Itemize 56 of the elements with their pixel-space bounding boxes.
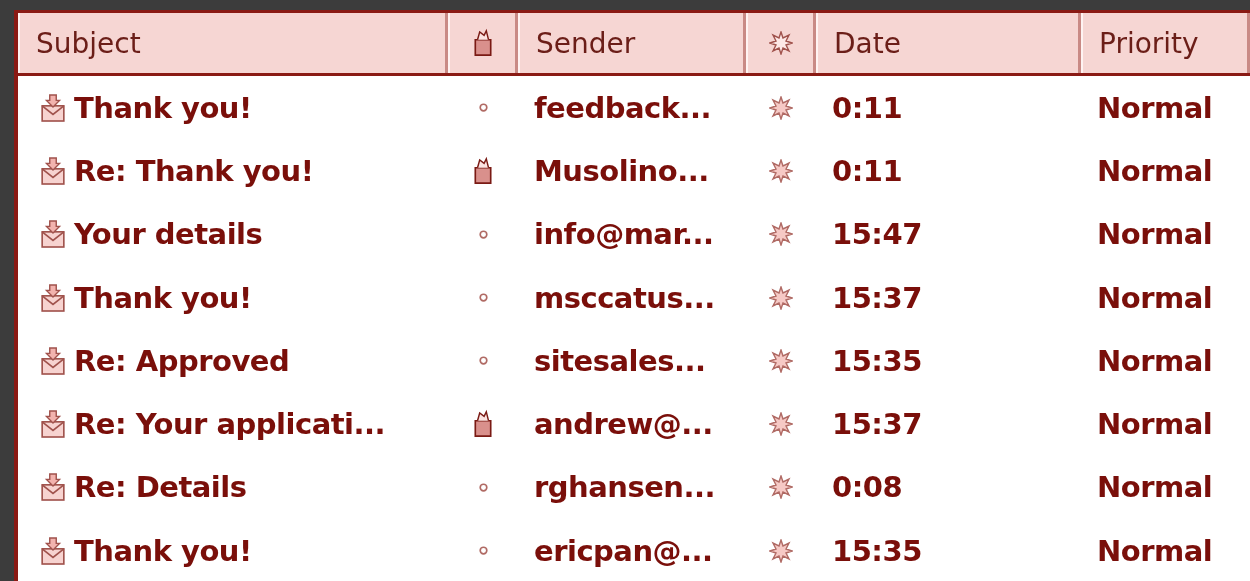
column-header[interactable] bbox=[746, 13, 816, 73]
table-cell-text: msccatus... bbox=[533, 279, 716, 317]
column-header[interactable]: Date bbox=[816, 13, 1081, 73]
star-icon bbox=[769, 95, 793, 120]
table-cell-text: 15:37 bbox=[831, 279, 923, 317]
column-header[interactable]: Subject bbox=[18, 13, 448, 73]
table-cell-text: 0:08 bbox=[831, 469, 904, 507]
table-cell: Re: Thank you! bbox=[74, 153, 314, 188]
table-cell-text: 0:11 bbox=[831, 89, 904, 127]
table-cell: Re: Details bbox=[74, 470, 247, 505]
mail-icon bbox=[40, 535, 66, 566]
table-cell-text: feedback... bbox=[533, 89, 713, 127]
mail-icon bbox=[40, 282, 66, 313]
star-icon bbox=[769, 158, 793, 183]
table-cell: Thank you! bbox=[74, 280, 252, 315]
table-cell-text: 15:35 bbox=[831, 532, 923, 570]
star-icon bbox=[769, 348, 793, 373]
table-cell-text: Normal bbox=[1096, 89, 1214, 127]
table-cell-text: Normal bbox=[1096, 152, 1214, 190]
mail-icon bbox=[40, 92, 66, 123]
table-cell-text: 15:47 bbox=[831, 216, 923, 254]
table-cell-text: Normal bbox=[1096, 216, 1214, 254]
table-cell-text: info@mar... bbox=[533, 216, 715, 254]
star-icon bbox=[768, 31, 793, 55]
table-cell-text: rghansen... bbox=[533, 469, 717, 507]
table-cell-text: Normal bbox=[1096, 532, 1214, 570]
star-icon bbox=[769, 222, 793, 247]
mail-icon bbox=[40, 409, 66, 440]
table-cell-text: Normal bbox=[1096, 279, 1214, 317]
table-cell-text: ericpan@... bbox=[533, 532, 714, 570]
table-cell: Thank you! bbox=[74, 90, 252, 125]
table-cell-text: andrew@... bbox=[533, 406, 714, 444]
table-cell-text: Normal bbox=[1096, 406, 1214, 444]
column-header[interactable] bbox=[448, 13, 518, 73]
star-icon bbox=[769, 285, 793, 310]
column-header[interactable]: Priority bbox=[1081, 13, 1250, 73]
table-cell: Thank you! bbox=[74, 533, 252, 568]
table-cell: Re: Your applicati... bbox=[74, 407, 386, 442]
column-header[interactable]: Sender bbox=[518, 13, 746, 73]
table-cell-text: 0:11 bbox=[831, 152, 904, 190]
table-cell-text: 15:35 bbox=[831, 342, 923, 380]
table-cell-text: sitesales... bbox=[533, 342, 707, 380]
table-cell-text: Normal bbox=[1096, 342, 1214, 380]
mail-icon bbox=[40, 472, 66, 503]
table-cell: Your details bbox=[74, 217, 263, 252]
mail-icon bbox=[40, 155, 66, 186]
table-cell-text: 15:37 bbox=[831, 406, 923, 444]
star-icon bbox=[769, 475, 793, 500]
table-cell-text: Musolino... bbox=[533, 152, 710, 190]
table-cell: Re: Approved bbox=[74, 343, 290, 378]
star-icon bbox=[769, 538, 793, 563]
mail-icon bbox=[40, 219, 66, 250]
star-icon bbox=[769, 412, 793, 437]
table-cell-text: Normal bbox=[1096, 469, 1214, 507]
mail-icon bbox=[40, 345, 66, 376]
bag-icon bbox=[471, 28, 494, 58]
